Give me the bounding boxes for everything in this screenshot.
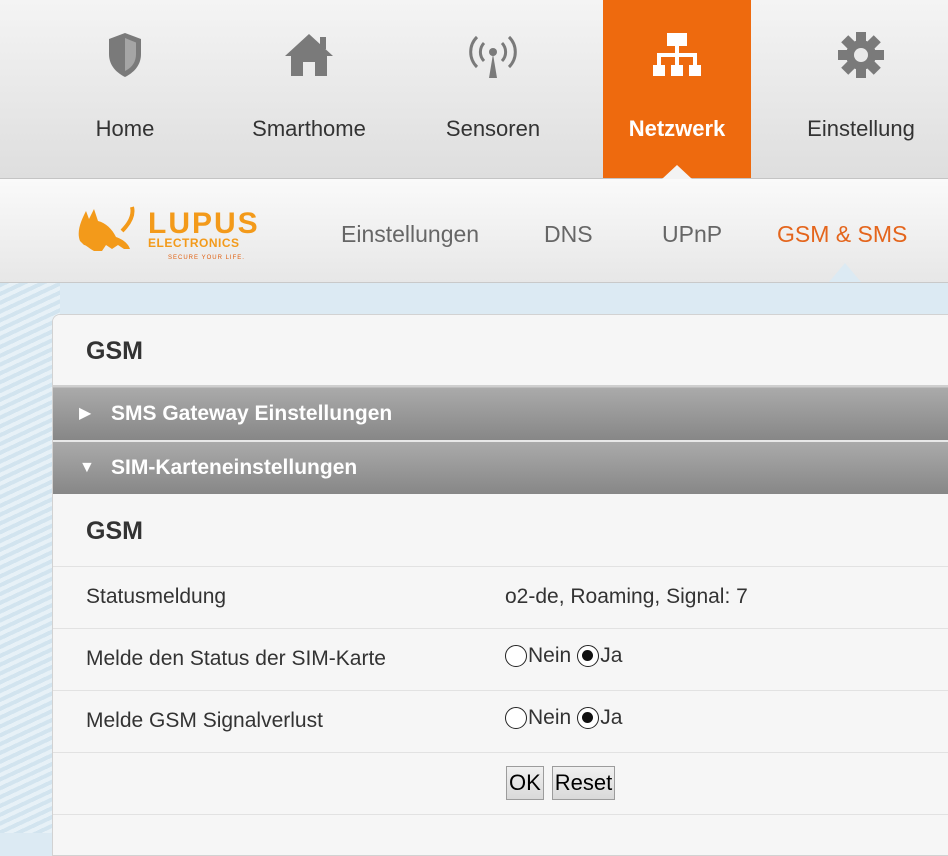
signal-loss-radio-group: Nein Ja — [505, 706, 628, 730]
radio-label-ja: Ja — [600, 706, 623, 729]
antenna-icon — [418, 30, 568, 82]
reset-button[interactable]: Reset — [551, 766, 616, 800]
accordion-label: SIM-Karteneinstellungen — [111, 456, 358, 479]
active-tab-pointer — [829, 263, 861, 282]
gear-icon — [786, 30, 936, 82]
radio-label-nein: Nein — [528, 644, 572, 667]
nav-tab-einstellung[interactable]: Einstellung — [786, 0, 936, 178]
radio-label-nein: Nein — [528, 706, 572, 729]
ok-button[interactable]: OK — [506, 766, 544, 800]
signal-loss-radio-nein[interactable] — [505, 707, 527, 729]
status-label: Statusmeldung — [86, 585, 227, 608]
status-row: Statusmeldung o2-de, Roaming, Signal: 7 — [53, 567, 948, 629]
subtab-upnp[interactable]: UPnP — [662, 221, 722, 248]
nav-tab-label: Netzwerk — [628, 116, 726, 141]
network-icon — [603, 30, 751, 82]
radio-label-ja: Ja — [600, 644, 623, 667]
nav-tab-label: Home — [95, 116, 155, 141]
nav-tab-home[interactable]: Home — [50, 0, 200, 178]
svg-text:SECURE YOUR LIFE.: SECURE YOUR LIFE. — [168, 255, 245, 261]
sub-navigation: LUPUS ELECTRONICS SECURE YOUR LIFE. Eins… — [0, 179, 948, 283]
lupus-logo: LUPUS ELECTRONICS SECURE YOUR LIFE. — [72, 201, 292, 263]
nav-tab-label: Einstellung — [807, 116, 915, 141]
sim-status-label: Melde den Status der SIM-Karte — [86, 647, 386, 670]
signal-loss-radio-ja[interactable] — [577, 707, 600, 729]
nav-tab-label: Sensoren — [445, 116, 541, 141]
sim-status-radio-nein[interactable] — [505, 645, 527, 667]
subtab-gsm-sms[interactable]: GSM & SMS — [777, 221, 907, 248]
signal-loss-row: Melde GSM Signalverlust Nein Ja — [53, 691, 948, 753]
main-navigation: Home Smarthome Sensoren Netzwerk Einstel… — [0, 0, 948, 179]
background-pattern — [0, 283, 60, 833]
sim-status-row: Melde den Status der SIM-Karte Nein Ja — [53, 629, 948, 691]
shield-icon — [50, 30, 200, 82]
accordion-sim-settings[interactable]: ▼ SIM-Karteneinstellungen — [53, 440, 948, 494]
buttons-row: OK Reset — [53, 753, 948, 815]
nav-tab-smarthome[interactable]: Smarthome — [234, 0, 384, 178]
svg-text:ELECTRONICS: ELECTRONICS — [148, 236, 240, 250]
panel-title: GSM — [53, 315, 948, 387]
sim-status-radio-ja[interactable] — [577, 645, 600, 667]
caret-down-icon: ▼ — [79, 459, 95, 476]
form-buttons: OK Reset — [506, 766, 616, 800]
nav-tab-sensoren[interactable]: Sensoren — [418, 0, 568, 178]
section-title: GSM — [53, 494, 948, 567]
subtab-einstellungen[interactable]: Einstellungen — [341, 221, 479, 248]
accordion-label: SMS Gateway Einstellungen — [111, 402, 393, 425]
nav-tab-label: Smarthome — [252, 116, 366, 141]
house-icon — [234, 30, 384, 82]
sim-status-radio-group: Nein Ja — [505, 644, 628, 668]
status-value: o2-de, Roaming, Signal: 7 — [505, 585, 748, 608]
subtab-dns[interactable]: DNS — [544, 221, 593, 248]
gsm-panel: GSM ▶ SMS Gateway Einstellungen ▼ SIM-Ka… — [52, 314, 948, 856]
caret-right-icon: ▶ — [79, 405, 92, 422]
accordion-sms-gateway[interactable]: ▶ SMS Gateway Einstellungen — [53, 387, 948, 440]
nav-tab-netzwerk[interactable]: Netzwerk — [603, 0, 751, 179]
signal-loss-label: Melde GSM Signalverlust — [86, 709, 323, 732]
